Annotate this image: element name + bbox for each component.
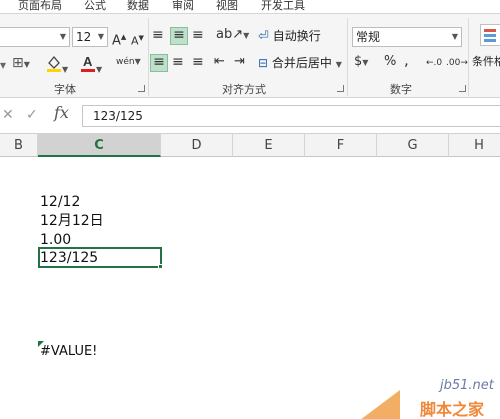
tab-page-layout[interactable]: 页面布局 bbox=[18, 0, 62, 12]
column-header-c[interactable]: C bbox=[38, 134, 161, 157]
column-header-row: B C D E F G H bbox=[0, 133, 500, 157]
conditional-format-icon bbox=[480, 24, 500, 46]
cell-c-error[interactable]: #VALUE! bbox=[40, 343, 97, 361]
tab-formulas[interactable]: 公式 bbox=[84, 0, 106, 12]
ribbon-tab-strip: 页面布局 公式 数据 审阅 视图 开发工具 bbox=[0, 0, 500, 14]
alignment-dialog-launcher-icon[interactable] bbox=[337, 85, 344, 92]
column-header-h[interactable]: H bbox=[449, 134, 500, 157]
italic-dropdown-icon[interactable]: ▾ bbox=[0, 58, 6, 72]
enter-icon[interactable]: ✓ bbox=[26, 108, 38, 122]
increase-decimal-label: .0 bbox=[433, 58, 443, 68]
chevron-down-icon: ▼ bbox=[59, 32, 66, 41]
font-size-box[interactable]: 12 ▼ bbox=[72, 27, 108, 47]
formula-bar-controls: ✕ ✓ fx bbox=[0, 105, 80, 127]
watermark-name: 脚本之家 bbox=[420, 400, 485, 419]
svg-text:A: A bbox=[83, 54, 93, 69]
column-header-e[interactable]: E bbox=[233, 134, 305, 157]
merge-center-label: 合并后居中 bbox=[271, 56, 332, 70]
orientation-icon[interactable]: ab↗▼ bbox=[216, 28, 249, 43]
align-top-icon[interactable]: ≡ bbox=[152, 28, 164, 42]
formula-bar: ✕ ✓ fx 123/125 bbox=[0, 105, 500, 127]
paint-bucket-icon bbox=[47, 55, 61, 72]
phonetic-guide-icon[interactable]: wén▼ bbox=[116, 55, 141, 69]
column-header-g[interactable]: G bbox=[377, 134, 449, 157]
group-separator bbox=[148, 18, 149, 96]
grow-font-icon[interactable]: A▲ bbox=[112, 30, 126, 48]
tab-review[interactable]: 审阅 bbox=[172, 0, 194, 12]
align-middle-icon[interactable]: ≡ bbox=[170, 27, 188, 45]
group-label-number: 数字 bbox=[390, 83, 412, 96]
percent-style-icon[interactable]: % bbox=[384, 55, 396, 69]
font-size-value: 12 bbox=[76, 30, 92, 44]
wrap-text-label: 自动换行 bbox=[272, 29, 321, 43]
ribbon: ▼ 12 ▼ A▲ A▼ ▾ ⊞▼ ▼ A ▼ wén▼ 字体 ≡ ≡ ≡ ab↗… bbox=[0, 14, 500, 98]
number-format-box[interactable]: 常规 ▼ bbox=[352, 27, 462, 47]
font-name-box[interactable]: ▼ bbox=[0, 27, 70, 47]
font-dialog-launcher-icon[interactable] bbox=[138, 85, 145, 92]
wrap-text-icon: ⏎ bbox=[258, 29, 269, 44]
decrease-indent-icon[interactable]: ⇤ bbox=[214, 55, 225, 69]
group-separator bbox=[347, 18, 348, 96]
phonetic-glyph: wén bbox=[116, 57, 135, 67]
fill-handle[interactable] bbox=[158, 264, 163, 269]
font-color-a-icon: A bbox=[81, 54, 95, 72]
increase-indent-icon[interactable]: ⇥ bbox=[234, 55, 245, 69]
shrink-font-icon[interactable]: A▼ bbox=[131, 31, 144, 49]
chevron-down-icon: ▼ bbox=[335, 60, 342, 69]
wrap-text-button[interactable]: ⏎ 自动换行 bbox=[258, 26, 321, 46]
fill-color-icon[interactable]: ▼ bbox=[46, 54, 68, 77]
formula-input[interactable]: 123/125 bbox=[82, 105, 500, 127]
group-label-font: 字体 bbox=[54, 83, 76, 96]
watermark-site: jb51.net bbox=[440, 378, 494, 393]
shrink-font-label: A bbox=[131, 34, 139, 48]
column-header-d[interactable]: D bbox=[161, 134, 233, 157]
align-bottom-icon[interactable]: ≡ bbox=[192, 28, 204, 42]
conditional-format-button[interactable]: 条件格式 bbox=[472, 52, 500, 72]
merge-cells-icon: ⊟ bbox=[258, 56, 269, 70]
accounting-format-icon[interactable]: $▼ bbox=[354, 55, 368, 70]
active-cell-border bbox=[38, 247, 162, 268]
tab-developer[interactable]: 开发工具 bbox=[261, 0, 305, 12]
number-format-value: 常规 bbox=[356, 30, 381, 44]
excel-window: 页面布局 公式 数据 审阅 视图 开发工具 ▼ 12 ▼ A▲ A▼ ▾ ⊞▼ ▼… bbox=[0, 0, 500, 419]
align-left-icon[interactable]: ≡ bbox=[150, 54, 168, 72]
watermark-shape bbox=[360, 390, 400, 419]
decrease-decimal-label: .00 bbox=[446, 58, 461, 68]
cancel-icon[interactable]: ✕ bbox=[2, 108, 14, 122]
column-header-b[interactable]: B bbox=[0, 134, 38, 157]
increase-decimal-icon[interactable]: ←.0 bbox=[426, 56, 442, 70]
tab-data[interactable]: 数据 bbox=[127, 0, 149, 12]
cell-c-date-chinese[interactable]: 12月12日 bbox=[40, 212, 104, 230]
tab-view[interactable]: 视图 bbox=[216, 0, 238, 12]
font-color-icon[interactable]: A ▼ bbox=[80, 54, 102, 77]
insert-function-icon[interactable]: fx bbox=[54, 105, 69, 121]
border-icon[interactable]: ⊞▼ bbox=[12, 56, 30, 72]
group-label-alignment: 对齐方式 bbox=[222, 83, 266, 96]
align-center-icon[interactable]: ≡ bbox=[172, 55, 184, 69]
merge-center-button[interactable]: ⊟ 合并后居中 ▼ bbox=[258, 53, 342, 73]
group-separator bbox=[468, 18, 469, 96]
chevron-down-icon: ▼ bbox=[97, 32, 104, 41]
align-right-icon[interactable]: ≡ bbox=[192, 55, 204, 69]
grow-font-label: A bbox=[112, 33, 121, 49]
cell-c-date-fraction[interactable]: 12/12 bbox=[40, 193, 80, 211]
comma-style-icon[interactable]: , bbox=[404, 53, 409, 68]
decrease-decimal-icon[interactable]: .00→ bbox=[446, 56, 468, 70]
number-dialog-launcher-icon[interactable] bbox=[459, 85, 466, 92]
column-header-f[interactable]: F bbox=[305, 134, 377, 157]
chevron-down-icon: ▼ bbox=[451, 32, 458, 41]
